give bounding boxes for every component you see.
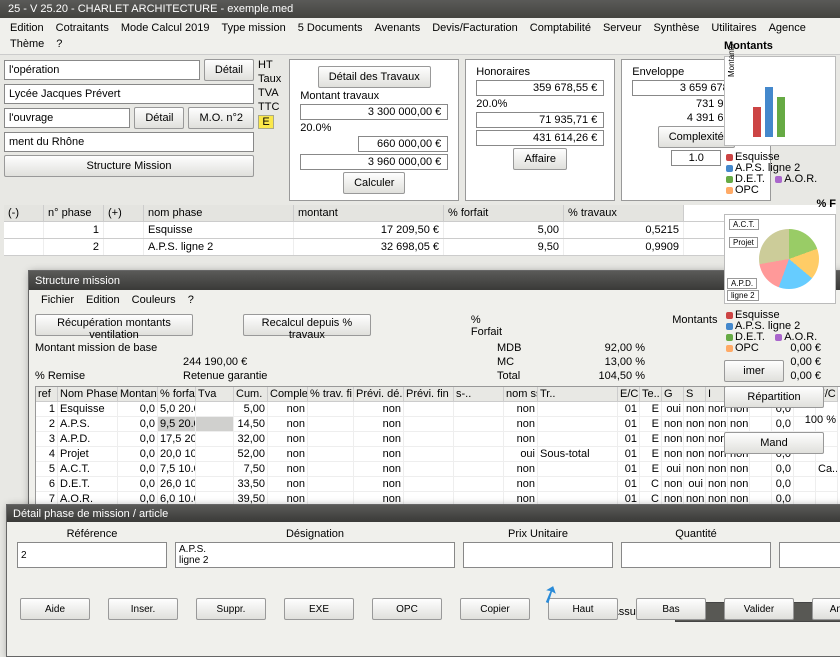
recalcul-button[interactable]: Recalcul depuis % travaux xyxy=(243,314,371,336)
travaux-tva: 660 000,00 € xyxy=(358,136,448,152)
honoraires-ttc: 431 614,26 € xyxy=(476,130,604,146)
rhone-field[interactable] xyxy=(4,132,254,152)
mo-button[interactable]: M.O. n°2 xyxy=(188,107,254,129)
designation-field[interactable]: A.P.S. ligne 2 xyxy=(175,542,455,568)
montants-title: Montants xyxy=(724,40,836,52)
menu-devisfacturation[interactable]: Devis/Facturation xyxy=(426,20,524,36)
chart-legend-2: Esquisse A.P.S. ligne 2 D.E.T. A.O.R. OP… xyxy=(724,308,836,356)
menu-utilitaires[interactable]: Utilitaires xyxy=(705,20,762,36)
table-row[interactable]: 2A.P.S. ligne 232 698,05 €9,500,9909 xyxy=(4,239,836,256)
grid-row[interactable]: 5A.C.T.0,07,5 10.07,50nonnonnon01Eouinon… xyxy=(36,462,840,477)
prix-field[interactable] xyxy=(463,542,613,568)
bas-button[interactable]: Bas xyxy=(636,598,706,620)
menu-edition[interactable]: Edition xyxy=(4,20,50,36)
detail-button[interactable]: Détail xyxy=(204,59,254,81)
phase-table: (-)n° phase(+)nom phasemontant% forfait%… xyxy=(4,205,836,256)
chart-legend-1: Esquisse A.P.S. ligne 2 D.E.T. A.O.R. OP… xyxy=(724,150,836,198)
menu-comptabilit[interactable]: Comptabilité xyxy=(524,20,597,36)
menu-agence[interactable]: Agence xyxy=(763,20,812,36)
window-titlebar: 25 - V 25.20 - CHARLET ARCHITECTURE - ex… xyxy=(0,0,840,18)
travaux-taux: 20.0% xyxy=(300,122,448,134)
structure-mission-button[interactable]: Structure Mission xyxy=(4,155,254,177)
bar-chart: Montants xyxy=(724,56,836,146)
opc-button[interactable]: OPC xyxy=(372,598,442,620)
menu-avenants[interactable]: Avenants xyxy=(369,20,427,36)
detail-phase-dialog: Détail phase de mission / article ✕ Réfé… xyxy=(6,504,840,657)
imer-button[interactable]: imer xyxy=(724,360,784,382)
calculer-button[interactable]: Calculer xyxy=(343,172,405,194)
complexite-value: 1.0 xyxy=(671,150,721,166)
valider-button[interactable]: Valider xyxy=(724,598,794,620)
recup-ventilation-button[interactable]: Récupération montants ventilation xyxy=(35,314,193,336)
detail-travaux-button[interactable]: Détail des Travaux xyxy=(318,66,431,88)
honoraires-label: Honoraires xyxy=(476,66,604,78)
dialog-title: Structure mission xyxy=(35,275,120,287)
aide-button[interactable]: Aide xyxy=(20,598,90,620)
unite-field[interactable] xyxy=(779,542,840,568)
annuler-button[interactable]: Annuler xyxy=(812,598,840,620)
reference-field[interactable] xyxy=(17,542,167,568)
table-row[interactable]: 1Esquisse17 209,50 €5,000,5215 xyxy=(4,222,836,239)
operation-field[interactable] xyxy=(4,60,200,80)
menu-5documents[interactable]: 5 Documents xyxy=(292,20,369,36)
dialog-menubar: FichierEditionCouleurs? xyxy=(29,290,840,310)
structure-mission-dialog: Structure mission — ▢ ✕ FichierEditionCo… xyxy=(28,270,840,528)
honoraires-tva: 71 935,71 € xyxy=(476,112,604,128)
quantite-field[interactable] xyxy=(621,542,771,568)
menu-synthse[interactable]: Synthèse xyxy=(647,20,705,36)
menu-modecalcul2019[interactable]: Mode Calcul 2019 xyxy=(115,20,216,36)
ouvrage-field[interactable] xyxy=(4,108,130,128)
pie-chart: A.C.T. Projet A.P.D. ligne 2 xyxy=(724,214,836,304)
right-sidebar: Montants Montants Esquisse A.P.S. ligne … xyxy=(720,36,840,458)
montant-travaux-value: 3 300 000,00 € xyxy=(300,104,448,120)
menu-typemission[interactable]: Type mission xyxy=(216,20,292,36)
grid-row[interactable]: 6D.E.T.0,026,0 10.033,50nonnonnon01Cnono… xyxy=(36,477,840,492)
menu-serveur[interactable]: Serveur xyxy=(597,20,648,36)
operation-panel: Détail Détail M.O. n°2 Structure Mission xyxy=(4,59,254,201)
affaire-button[interactable]: Affaire xyxy=(513,148,567,170)
copier-button[interactable]: Copier xyxy=(460,598,530,620)
pct-label: 100 % xyxy=(724,414,836,426)
mand-button[interactable]: Mand xyxy=(724,432,824,454)
window-title: 25 - V 25.20 - CHARLET ARCHITECTURE - ex… xyxy=(8,3,293,15)
menu-cotraitants[interactable]: Cotraitants xyxy=(50,20,115,36)
tax-column: HTTauxTVATTCE xyxy=(258,59,285,201)
pf-title: % F xyxy=(724,198,836,210)
lycee-field[interactable] xyxy=(4,84,254,104)
travaux-ttc: 3 960 000,00 € xyxy=(300,154,448,170)
montant-travaux-label: Montant travaux xyxy=(300,90,448,102)
honoraires-panel: Honoraires 359 678,55 € 20.0% 71 935,71 … xyxy=(465,59,615,201)
suppr-button[interactable]: Suppr. xyxy=(196,598,266,620)
detail-ouvrage-button[interactable]: Détail xyxy=(134,107,184,129)
honoraires-ht: 359 678,55 € xyxy=(476,80,604,96)
exe-button[interactable]: EXE xyxy=(284,598,354,620)
detail-dialog-title: Détail phase de mission / article xyxy=(13,508,168,520)
repartition-button[interactable]: Répartition xyxy=(724,386,824,408)
inser-button[interactable]: Inser. xyxy=(108,598,178,620)
menu-thme[interactable]: Thème xyxy=(4,36,50,52)
bottom-toolbar: Aide Inser. Suppr. EXE OPC Copier Haut Bas Valid… xyxy=(20,598,840,620)
honoraires-taux: 20.0% xyxy=(476,98,604,110)
haut-button[interactable]: Haut xyxy=(548,598,618,620)
menubar: EditionCotraitantsMode Calcul 2019Type m… xyxy=(0,18,840,55)
travaux-panel: Détail des Travaux Montant travaux 3 300… xyxy=(289,59,459,201)
menu-[interactable]: ? xyxy=(50,36,68,52)
